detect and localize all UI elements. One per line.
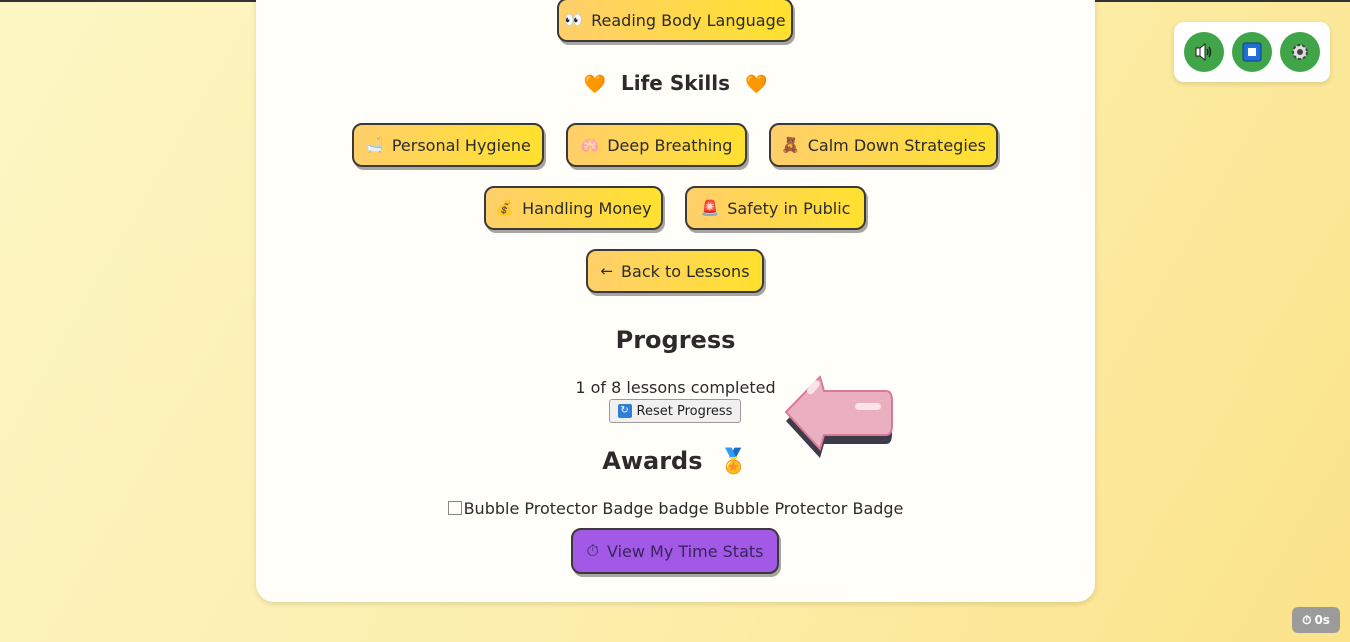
lesson-button-deep-breathing[interactable]: 🫁 Deep Breathing bbox=[566, 123, 747, 167]
timer-value: 0s bbox=[1314, 613, 1330, 627]
progress-status: 1 of 8 lessons completed bbox=[575, 378, 776, 397]
awards-title: Awards bbox=[602, 447, 703, 475]
refresh-icon: ↻ bbox=[617, 404, 632, 418]
gear-icon bbox=[1292, 44, 1308, 60]
speaker-icon bbox=[1195, 43, 1212, 61]
settings-button[interactable] bbox=[1280, 32, 1320, 72]
life-skills-title: Life Skills bbox=[620, 71, 730, 95]
lesson-label: Deep Breathing bbox=[607, 135, 733, 155]
stop-icon bbox=[1242, 42, 1262, 62]
lesson-button-safety-in-public[interactable]: 🚨 Safety in Public bbox=[685, 186, 866, 230]
lesson-button-calm-down-strategies[interactable]: 🧸 Calm Down Strategies bbox=[769, 123, 998, 167]
view-time-stats-button[interactable]: ⏱ View My Time Stats bbox=[571, 528, 779, 574]
lesson-button-personal-hygiene[interactable]: 🛁 Personal Hygiene bbox=[352, 123, 544, 167]
stopwatch-icon: ⏱ bbox=[1302, 612, 1312, 627]
siren-icon: 🚨 bbox=[700, 199, 720, 217]
progress-heading: Progress bbox=[615, 326, 736, 354]
lesson-label: Calm Down Strategies bbox=[807, 135, 986, 155]
lungs-icon: 🫁 bbox=[580, 136, 600, 154]
heart-icon: 🧡 bbox=[583, 74, 607, 95]
reset-label: Reset Progress bbox=[636, 403, 733, 419]
badge-image-alt: Bubble Protector Badge badge Bubble Prot… bbox=[256, 499, 1095, 518]
lesson-label: Safety in Public bbox=[727, 198, 851, 218]
eyes-icon: 👀 bbox=[564, 11, 584, 29]
control-panel bbox=[1174, 22, 1330, 82]
broken-image-icon bbox=[447, 501, 462, 515]
lesson-label: Personal Hygiene bbox=[391, 135, 531, 155]
arrow-left-icon: ← bbox=[600, 262, 614, 280]
money-bag-icon: 💰 bbox=[495, 199, 515, 217]
life-skills-heading: 🧡 Life Skills 🧡 bbox=[256, 71, 1095, 95]
back-to-lessons-button[interactable]: ← Back to Lessons bbox=[586, 249, 764, 293]
badge-text: Bubble Protector Badge badge Bubble Prot… bbox=[463, 499, 904, 518]
back-label: Back to Lessons bbox=[621, 261, 750, 281]
lesson-button-reading-body-language[interactable]: 👀 Reading Body Language bbox=[557, 0, 793, 42]
lesson-button-handling-money[interactable]: 💰 Handling Money bbox=[484, 186, 663, 230]
time-stats-label: View My Time Stats bbox=[606, 541, 764, 561]
bathtub-icon: 🛁 bbox=[365, 136, 384, 154]
stopwatch-icon: ⏱ bbox=[586, 541, 599, 560]
stop-button[interactable] bbox=[1232, 32, 1272, 72]
heart-icon: 🧡 bbox=[744, 74, 768, 95]
sound-button[interactable] bbox=[1184, 32, 1224, 72]
lesson-label: Handling Money bbox=[522, 198, 652, 218]
medal-icon: 🏅 bbox=[718, 447, 749, 475]
awards-heading: Awards 🏅 bbox=[256, 447, 1095, 475]
reset-progress-button[interactable]: ↻ Reset Progress bbox=[609, 399, 741, 423]
teddy-bear-icon: 🧸 bbox=[781, 136, 800, 154]
lesson-label: Reading Body Language bbox=[591, 10, 786, 30]
session-timer: ⏱ 0s bbox=[1292, 607, 1340, 633]
